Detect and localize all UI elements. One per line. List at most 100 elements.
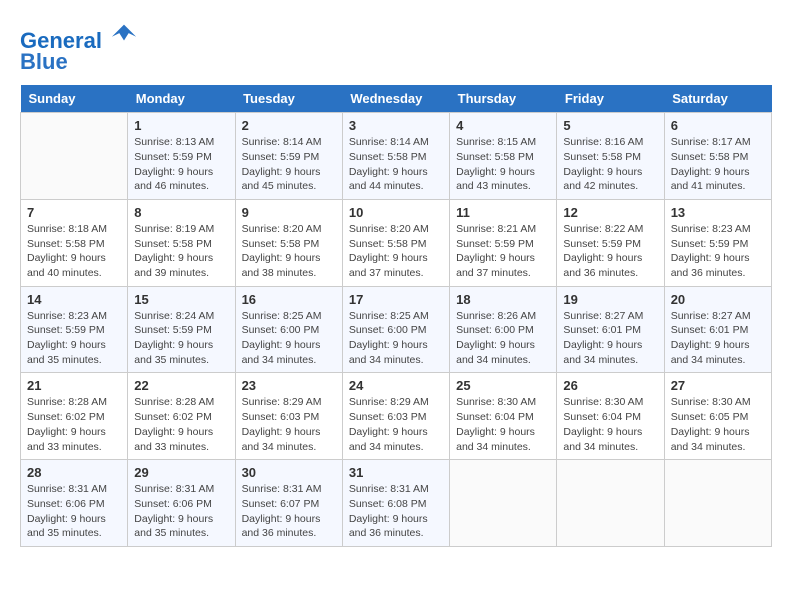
day-info: Sunrise: 8:26 AM Sunset: 6:00 PM Dayligh…	[456, 309, 550, 368]
calendar-cell: 20 Sunrise: 8:27 AM Sunset: 6:01 PM Dayli…	[664, 286, 771, 373]
day-number: 22	[134, 378, 228, 393]
calendar-cell: 15 Sunrise: 8:24 AM Sunset: 5:59 PM Dayli…	[128, 286, 235, 373]
day-number: 9	[242, 205, 336, 220]
weekday-header-sunday: Sunday	[21, 85, 128, 113]
calendar-cell: 30 Sunrise: 8:31 AM Sunset: 6:07 PM Dayli…	[235, 460, 342, 547]
calendar-week-1: 1 Sunrise: 8:13 AM Sunset: 5:59 PM Daylig…	[21, 113, 772, 200]
day-number: 21	[27, 378, 121, 393]
weekday-header-thursday: Thursday	[450, 85, 557, 113]
calendar-cell: 29 Sunrise: 8:31 AM Sunset: 6:06 PM Dayli…	[128, 460, 235, 547]
day-info: Sunrise: 8:28 AM Sunset: 6:02 PM Dayligh…	[27, 395, 121, 454]
calendar-cell: 24 Sunrise: 8:29 AM Sunset: 6:03 PM Dayli…	[342, 373, 449, 460]
calendar-cell	[557, 460, 664, 547]
calendar-cell	[450, 460, 557, 547]
day-info: Sunrise: 8:14 AM Sunset: 5:59 PM Dayligh…	[242, 135, 336, 194]
day-info: Sunrise: 8:31 AM Sunset: 6:08 PM Dayligh…	[349, 482, 443, 541]
calendar-cell: 11Sunrise: 8:21 AM Sunset: 5:59 PM Dayli…	[450, 199, 557, 286]
day-info: Sunrise: 8:30 AM Sunset: 6:05 PM Dayligh…	[671, 395, 765, 454]
day-number: 7	[27, 205, 121, 220]
day-number: 28	[27, 465, 121, 480]
day-number: 20	[671, 292, 765, 307]
day-number: 23	[242, 378, 336, 393]
day-number: 29	[134, 465, 228, 480]
calendar-cell: 14 Sunrise: 8:23 AM Sunset: 5:59 PM Dayli…	[21, 286, 128, 373]
calendar-cell: 10 Sunrise: 8:20 AM Sunset: 5:58 PM Dayli…	[342, 199, 449, 286]
calendar-cell: 21 Sunrise: 8:28 AM Sunset: 6:02 PM Dayli…	[21, 373, 128, 460]
day-info: Sunrise: 8:22 AM Sunset: 5:59 PM Dayligh…	[563, 222, 657, 281]
day-number: 31	[349, 465, 443, 480]
day-info: Sunrise: 8:29 AM Sunset: 6:03 PM Dayligh…	[242, 395, 336, 454]
calendar-cell: 19 Sunrise: 8:27 AM Sunset: 6:01 PM Dayli…	[557, 286, 664, 373]
calendar-table: SundayMondayTuesdayWednesdayThursdayFrid…	[20, 85, 772, 547]
calendar-cell: 8Sunrise: 8:19 AM Sunset: 5:58 PM Daylig…	[128, 199, 235, 286]
day-number: 12	[563, 205, 657, 220]
day-info: Sunrise: 8:13 AM Sunset: 5:59 PM Dayligh…	[134, 135, 228, 194]
day-info: Sunrise: 8:31 AM Sunset: 6:07 PM Dayligh…	[242, 482, 336, 541]
weekday-header-saturday: Saturday	[664, 85, 771, 113]
calendar-cell: 9 Sunrise: 8:20 AM Sunset: 5:58 PM Daylig…	[235, 199, 342, 286]
day-number: 26	[563, 378, 657, 393]
calendar-week-4: 21 Sunrise: 8:28 AM Sunset: 6:02 PM Dayli…	[21, 373, 772, 460]
calendar-cell: 2Sunrise: 8:14 AM Sunset: 5:59 PM Daylig…	[235, 113, 342, 200]
day-info: Sunrise: 8:29 AM Sunset: 6:03 PM Dayligh…	[349, 395, 443, 454]
day-info: Sunrise: 8:30 AM Sunset: 6:04 PM Dayligh…	[563, 395, 657, 454]
day-info: Sunrise: 8:28 AM Sunset: 6:02 PM Dayligh…	[134, 395, 228, 454]
day-info: Sunrise: 8:27 AM Sunset: 6:01 PM Dayligh…	[563, 309, 657, 368]
day-number: 5	[563, 118, 657, 133]
weekday-row: SundayMondayTuesdayWednesdayThursdayFrid…	[21, 85, 772, 113]
day-info: Sunrise: 8:25 AM Sunset: 6:00 PM Dayligh…	[349, 309, 443, 368]
calendar-week-3: 14 Sunrise: 8:23 AM Sunset: 5:59 PM Dayli…	[21, 286, 772, 373]
day-number: 6	[671, 118, 765, 133]
day-number: 30	[242, 465, 336, 480]
day-number: 27	[671, 378, 765, 393]
day-number: 3	[349, 118, 443, 133]
calendar-cell: 16Sunrise: 8:25 AM Sunset: 6:00 PM Dayli…	[235, 286, 342, 373]
weekday-header-tuesday: Tuesday	[235, 85, 342, 113]
calendar-cell: 22 Sunrise: 8:28 AM Sunset: 6:02 PM Dayli…	[128, 373, 235, 460]
day-info: Sunrise: 8:16 AM Sunset: 5:58 PM Dayligh…	[563, 135, 657, 194]
day-info: Sunrise: 8:15 AM Sunset: 5:58 PM Dayligh…	[456, 135, 550, 194]
weekday-header-monday: Monday	[128, 85, 235, 113]
calendar-cell: 12 Sunrise: 8:22 AM Sunset: 5:59 PM Dayli…	[557, 199, 664, 286]
calendar-cell: 31 Sunrise: 8:31 AM Sunset: 6:08 PM Dayli…	[342, 460, 449, 547]
day-info: Sunrise: 8:27 AM Sunset: 6:01 PM Dayligh…	[671, 309, 765, 368]
day-info: Sunrise: 8:31 AM Sunset: 6:06 PM Dayligh…	[134, 482, 228, 541]
day-info: Sunrise: 8:17 AM Sunset: 5:58 PM Dayligh…	[671, 135, 765, 194]
calendar-cell	[21, 113, 128, 200]
calendar-cell: 23 Sunrise: 8:29 AM Sunset: 6:03 PM Dayli…	[235, 373, 342, 460]
calendar-cell: 6 Sunrise: 8:17 AM Sunset: 5:58 PM Daylig…	[664, 113, 771, 200]
day-number: 11	[456, 205, 550, 220]
calendar-cell: 26 Sunrise: 8:30 AM Sunset: 6:04 PM Dayli…	[557, 373, 664, 460]
page-header: General Blue	[20, 20, 772, 75]
calendar-header: SundayMondayTuesdayWednesdayThursdayFrid…	[21, 85, 772, 113]
day-number: 19	[563, 292, 657, 307]
logo-bird-icon	[110, 20, 138, 48]
day-number: 14	[27, 292, 121, 307]
day-number: 24	[349, 378, 443, 393]
calendar-cell: 13Sunrise: 8:23 AM Sunset: 5:59 PM Dayli…	[664, 199, 771, 286]
day-info: Sunrise: 8:24 AM Sunset: 5:59 PM Dayligh…	[134, 309, 228, 368]
day-info: Sunrise: 8:20 AM Sunset: 5:58 PM Dayligh…	[349, 222, 443, 281]
day-number: 15	[134, 292, 228, 307]
day-number: 17	[349, 292, 443, 307]
calendar-body: 1 Sunrise: 8:13 AM Sunset: 5:59 PM Daylig…	[21, 113, 772, 547]
calendar-cell: 17 Sunrise: 8:25 AM Sunset: 6:00 PM Dayli…	[342, 286, 449, 373]
day-number: 13	[671, 205, 765, 220]
calendar-cell: 25Sunrise: 8:30 AM Sunset: 6:04 PM Dayli…	[450, 373, 557, 460]
weekday-header-wednesday: Wednesday	[342, 85, 449, 113]
day-info: Sunrise: 8:23 AM Sunset: 5:59 PM Dayligh…	[27, 309, 121, 368]
day-info: Sunrise: 8:14 AM Sunset: 5:58 PM Dayligh…	[349, 135, 443, 194]
day-number: 1	[134, 118, 228, 133]
day-info: Sunrise: 8:25 AM Sunset: 6:00 PM Dayligh…	[242, 309, 336, 368]
weekday-header-friday: Friday	[557, 85, 664, 113]
calendar-cell: 4 Sunrise: 8:15 AM Sunset: 5:58 PM Daylig…	[450, 113, 557, 200]
day-number: 10	[349, 205, 443, 220]
calendar-cell: 7Sunrise: 8:18 AM Sunset: 5:58 PM Daylig…	[21, 199, 128, 286]
calendar-cell: 28Sunrise: 8:31 AM Sunset: 6:06 PM Dayli…	[21, 460, 128, 547]
day-info: Sunrise: 8:30 AM Sunset: 6:04 PM Dayligh…	[456, 395, 550, 454]
day-number: 4	[456, 118, 550, 133]
calendar-cell: 18 Sunrise: 8:26 AM Sunset: 6:00 PM Dayli…	[450, 286, 557, 373]
day-number: 18	[456, 292, 550, 307]
day-info: Sunrise: 8:20 AM Sunset: 5:58 PM Dayligh…	[242, 222, 336, 281]
day-number: 8	[134, 205, 228, 220]
